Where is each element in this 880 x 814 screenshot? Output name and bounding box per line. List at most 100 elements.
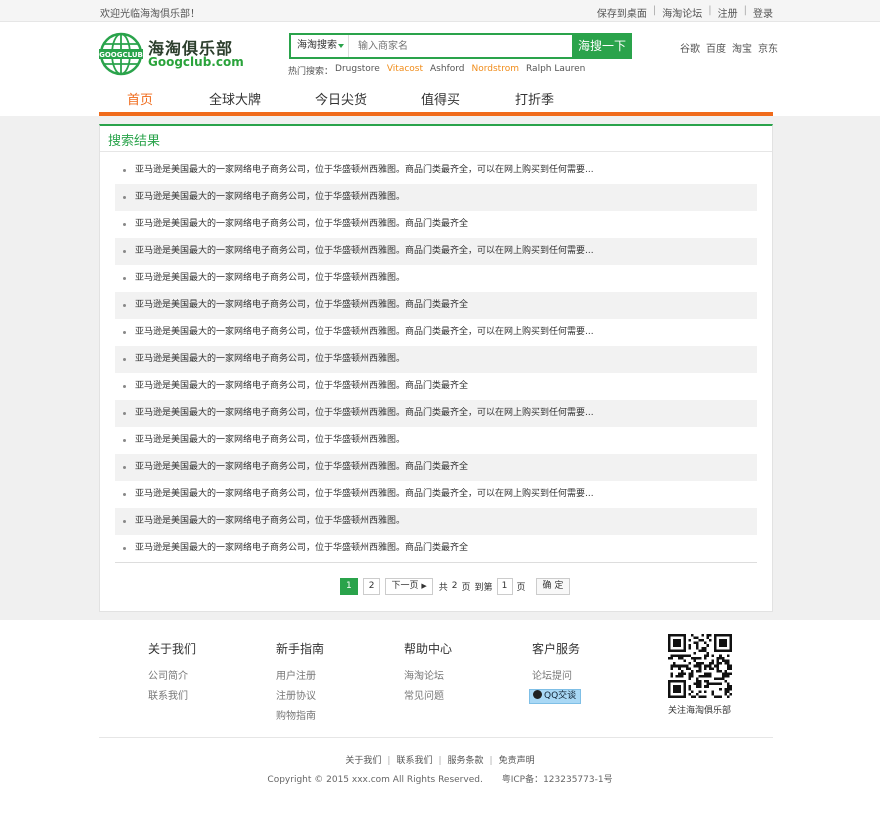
footer-column-title: 新手指南 xyxy=(276,642,325,656)
hot-search-link[interactable]: Vitacost xyxy=(387,64,423,77)
bullet-icon xyxy=(123,439,126,442)
footer-link[interactable]: 用户注册 xyxy=(276,667,324,682)
list-item[interactable]: 亚马逊是美国最大的一家网络电子商务公司，位于华盛顿州西雅图。商品门类最齐全，可以… xyxy=(115,238,757,265)
quick-links: 谷歌 百度 淘宝 京东 xyxy=(680,40,778,55)
hot-search-link[interactable]: Nordstrom xyxy=(472,64,520,77)
nav-item-today-picks[interactable]: 今日尖货 xyxy=(315,89,367,108)
footer-link[interactable]: 常见问题 xyxy=(404,687,452,702)
total-suffix: 页 xyxy=(461,582,471,593)
top-links: 保存到桌面 | 海淘论坛 | 注册 | 登录 xyxy=(596,5,773,20)
goto-page-input[interactable]: 1 xyxy=(496,577,513,595)
list-item-text: 亚马逊是美国最大的一家网络电子商务公司，位于华盛顿州西雅图。商品门类最齐全，可以… xyxy=(135,489,594,499)
pagination: 1 2 下一页 ▶ 共 2 页 到第 1 页 确 定 xyxy=(340,577,571,595)
quick-link-jd[interactable]: 京东 xyxy=(758,40,778,55)
search-button[interactable]: 海搜一下 xyxy=(572,33,632,59)
bullet-icon xyxy=(123,385,126,388)
footer-link[interactable]: 公司简介 xyxy=(148,667,196,682)
quick-link-baidu[interactable]: 百度 xyxy=(706,40,726,55)
search-results-panel: 搜索结果 亚马逊是美国最大的一家网络电子商务公司，位于华盛顿州西雅图。商品门类最… xyxy=(99,124,773,612)
icp-number: 粤ICP备：123235773-1号 xyxy=(501,775,613,785)
nav-item-worth-buying[interactable]: 值得买 xyxy=(421,89,460,108)
footer-column-guide: 新手指南 用户注册 注册协议 购物指南 xyxy=(276,640,324,727)
list-item[interactable]: 亚马逊是美国最大的一家网络电子商务公司，位于华盛顿州西雅图。 xyxy=(115,427,757,454)
list-item[interactable]: 亚马逊是美国最大的一家网络电子商务公司，位于华盛顿州西雅图。商品门类最齐全 xyxy=(115,373,757,400)
list-item-text: 亚马逊是美国最大的一家网络电子商务公司，位于华盛顿州西雅图。 xyxy=(135,192,406,202)
results-title: 搜索结果 xyxy=(108,134,161,149)
site-logo[interactable]: GOOGCLUB 海淘俱乐部 Googclub.com xyxy=(99,32,259,76)
list-item-text: 亚马逊是美国最大的一家网络电子商务公司，位于华盛顿州西雅图。 xyxy=(135,354,406,364)
nav-item-home[interactable]: 首页 xyxy=(127,89,153,108)
nav-item-discount-season[interactable]: 打折季 xyxy=(515,89,554,108)
bullet-icon xyxy=(123,331,126,334)
footer-column-title: 客户服务 xyxy=(532,642,581,656)
hot-search-label: 热门搜索： xyxy=(288,67,334,77)
bullet-icon xyxy=(123,196,126,199)
list-item[interactable]: 亚马逊是美国最大的一家网络电子商务公司，位于华盛顿州西雅图。商品门类最齐全 xyxy=(115,535,757,562)
list-item[interactable]: 亚马逊是美国最大的一家网络电子商务公司，位于华盛顿州西雅图。商品门类最齐全，可以… xyxy=(115,157,757,184)
footer-link[interactable]: 论坛提问 xyxy=(532,667,581,682)
list-item[interactable]: 亚马逊是美国最大的一家网络电子商务公司，位于华盛顿州西雅图。 xyxy=(115,265,757,292)
main-nav: 首页 全球大牌 今日尖货 值得买 打折季 xyxy=(99,84,773,116)
footer-link[interactable]: 联系我们 xyxy=(148,687,196,702)
page-2-button[interactable]: 2 xyxy=(362,577,381,595)
bottom-link-contact[interactable]: 联系我们 xyxy=(396,756,432,766)
list-item[interactable]: 亚马逊是美国最大的一家网络电子商务公司，位于华盛顿州西雅图。商品门类最齐全，可以… xyxy=(115,319,757,346)
hot-searches: 热门搜索： Drugstore Vitacost Ashford Nordstr… xyxy=(288,64,585,77)
bottom-link-about[interactable]: 关于我们 xyxy=(345,756,381,766)
qq-chat-button[interactable]: QQ交谈 xyxy=(529,689,582,704)
qq-chat-label: QQ交谈 xyxy=(544,691,577,701)
quick-link-taobao[interactable]: 淘宝 xyxy=(732,40,752,55)
save-to-desktop-link[interactable]: 保存到桌面 xyxy=(597,5,647,20)
list-item-text: 亚马逊是美国最大的一家网络电子商务公司，位于华盛顿州西雅图。商品门类最齐全 xyxy=(135,462,469,472)
bullet-icon xyxy=(123,520,126,523)
triangle-right-icon: ▶ xyxy=(421,581,427,590)
caret-down-icon xyxy=(338,44,344,48)
hot-search-link[interactable]: Drugstore xyxy=(335,64,380,77)
footer-column-help: 帮助中心 海淘论坛 常见问题 xyxy=(404,640,452,707)
globe-logo-icon: GOOGCLUB xyxy=(99,32,143,76)
list-item[interactable]: 亚马逊是美国最大的一家网络电子商务公司，位于华盛顿州西雅图。商品门类最齐全 xyxy=(115,292,757,319)
list-item[interactable]: 亚马逊是美国最大的一家网络电子商务公司，位于华盛顿州西雅图。商品门类最齐全 xyxy=(115,211,757,238)
login-link[interactable]: 登录 xyxy=(753,5,773,20)
footer-link[interactable]: 购物指南 xyxy=(276,707,324,722)
page-1-button[interactable]: 1 xyxy=(340,577,358,595)
footer-bottom-links: 关于我们 | 联系我们 | 服务条款 | 免责声明 xyxy=(345,756,535,766)
search-category-label: 海淘搜索 xyxy=(297,40,337,51)
goto-label: 到第 xyxy=(474,582,493,593)
qq-penguin-icon xyxy=(533,690,542,699)
footer-column-title: 关于我们 xyxy=(148,642,197,656)
footer-link[interactable]: 注册协议 xyxy=(276,687,324,702)
next-page-button[interactable]: 下一页 ▶ xyxy=(385,577,433,595)
list-item[interactable]: 亚马逊是美国最大的一家网络电子商务公司，位于华盛顿州西雅图。 xyxy=(115,346,757,373)
total-prefix: 共 xyxy=(438,582,448,593)
quick-link-google[interactable]: 谷歌 xyxy=(680,40,700,55)
search-category-select[interactable]: 海淘搜索 xyxy=(291,35,349,57)
list-item-text: 亚马逊是美国最大的一家网络电子商务公司，位于华盛顿州西雅图。商品门类最齐全 xyxy=(135,543,469,553)
list-item-text: 亚马逊是美国最大的一家网络电子商务公司，位于华盛顿州西雅图。商品门类最齐全，可以… xyxy=(135,165,594,175)
list-item-text: 亚马逊是美国最大的一家网络电子商务公司，位于华盛顿州西雅图。商品门类最齐全，可以… xyxy=(135,246,594,256)
confirm-button[interactable]: 确 定 xyxy=(535,577,571,595)
list-item[interactable]: 亚马逊是美国最大的一家网络电子商务公司，位于华盛顿州西雅图。商品门类最齐全，可以… xyxy=(115,481,757,508)
hot-search-link[interactable]: Ashford xyxy=(430,64,464,77)
list-item[interactable]: 亚马逊是美国最大的一家网络电子商务公司，位于华盛顿州西雅图。商品门类最齐全，可以… xyxy=(115,400,757,427)
list-item[interactable]: 亚马逊是美国最大的一家网络电子商务公司，位于华盛顿州西雅图。商品门类最齐全 xyxy=(115,454,757,481)
hot-search-link[interactable]: Ralph Lauren xyxy=(526,64,585,77)
bottom-link-terms[interactable]: 服务条款 xyxy=(448,756,484,766)
list-item-text: 亚马逊是美国最大的一家网络电子商务公司，位于华盛顿州西雅图。商品门类最齐全 xyxy=(135,219,469,229)
search-input[interactable] xyxy=(351,35,571,57)
list-item-text: 亚马逊是美国最大的一家网络电子商务公司，位于华盛顿州西雅图。商品门类最齐全 xyxy=(135,300,469,310)
bottom-link-disclaimer[interactable]: 免责声明 xyxy=(499,756,535,766)
list-divider xyxy=(115,562,757,563)
logo-globe-text: GOOGCLUB xyxy=(99,51,143,59)
copyright: Copyright © 2015 xxx.com All Rights Rese… xyxy=(0,772,880,785)
nav-item-global-brands[interactable]: 全球大牌 xyxy=(209,89,261,108)
title-divider xyxy=(100,151,772,152)
forum-link[interactable]: 海淘论坛 xyxy=(662,5,702,20)
register-link[interactable]: 注册 xyxy=(718,5,738,20)
list-item[interactable]: 亚马逊是美国最大的一家网络电子商务公司，位于华盛顿州西雅图。 xyxy=(115,184,757,211)
footer-link[interactable]: 海淘论坛 xyxy=(404,667,452,682)
list-item-text: 亚马逊是美国最大的一家网络电子商务公司，位于华盛顿州西雅图。 xyxy=(135,435,406,445)
bullet-icon xyxy=(123,169,126,172)
list-item[interactable]: 亚马逊是美国最大的一家网络电子商务公司，位于华盛顿州西雅图。 xyxy=(115,508,757,535)
bullet-icon xyxy=(123,493,126,496)
